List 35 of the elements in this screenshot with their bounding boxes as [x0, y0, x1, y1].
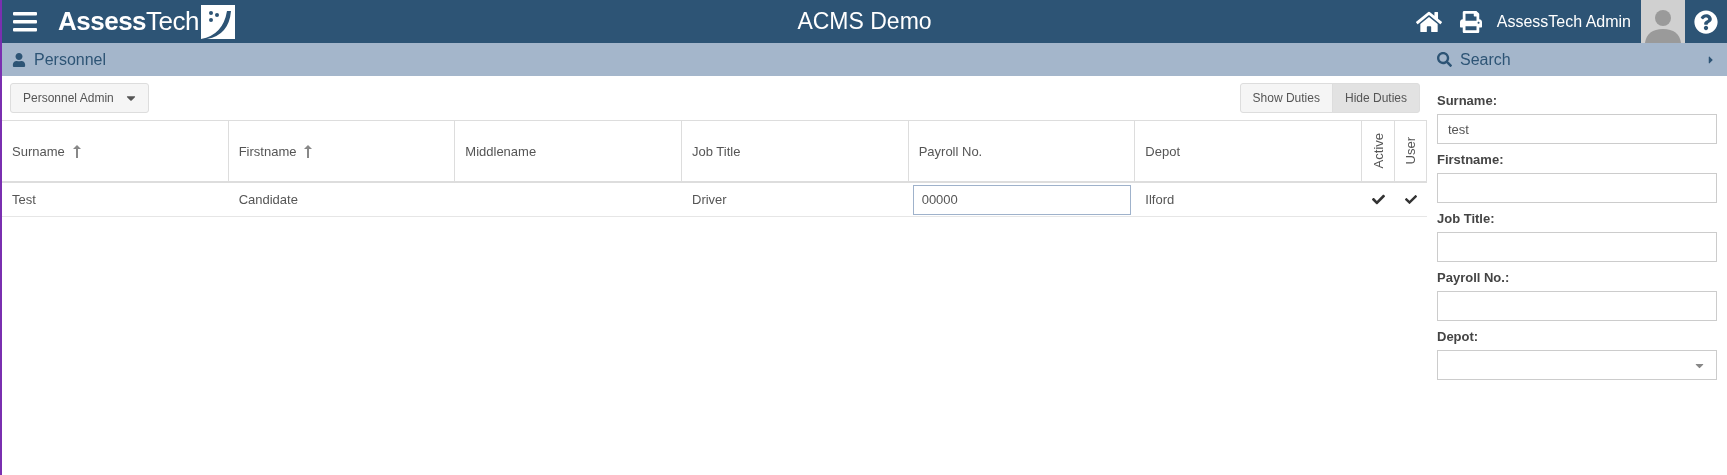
table-cell: Driver: [692, 192, 727, 207]
table-cell: Test: [12, 192, 36, 207]
column-header[interactable]: User: [1395, 121, 1427, 183]
table-cell: Candidate: [238, 192, 298, 207]
select-field[interactable]: [1437, 350, 1717, 380]
input-field[interactable]: test: [1437, 114, 1717, 144]
sort-arrow-icon: [72, 144, 81, 158]
column-header[interactable]: Active: [1362, 121, 1395, 183]
sort-arrow-icon: [304, 144, 313, 158]
field-label: Payroll No.:: [1437, 270, 1511, 285]
toggle-button[interactable]: Show Duties: [1239, 83, 1333, 113]
section-title: Personnel: [34, 50, 107, 69]
input-field[interactable]: [1437, 291, 1717, 321]
input-field[interactable]: [1437, 173, 1717, 203]
user-name: AssessTech Admin: [1495, 12, 1632, 31]
search-panel-title: Search: [1460, 50, 1511, 69]
field-label: Job Title:: [1437, 211, 1496, 226]
person-icon: [12, 52, 26, 67]
search-icon: [1437, 52, 1452, 67]
field-label: Depot:: [1437, 329, 1480, 344]
view-dropdown[interactable]: Personnel Admin: [10, 83, 149, 113]
logo: AssessTech: [58, 4, 235, 39]
payroll-input[interactable]: 00000: [912, 184, 1132, 215]
column-header[interactable]: Job Title: [682, 121, 909, 183]
toggle-button[interactable]: Hide Duties: [1331, 83, 1420, 113]
app-title: ACMS Demo: [797, 7, 932, 36]
table-cell: Ilford: [1145, 192, 1175, 207]
column-header[interactable]: Surname: [2, 121, 229, 183]
column-header[interactable]: Middlename: [455, 121, 682, 183]
field-label: Firstname:: [1437, 152, 1505, 167]
column-header[interactable]: Depot: [1135, 121, 1362, 183]
column-header[interactable]: Payroll No.: [908, 121, 1136, 183]
field-label: Surname:: [1437, 93, 1498, 108]
column-header[interactable]: Firstname: [228, 121, 456, 183]
input-field[interactable]: [1437, 232, 1717, 262]
